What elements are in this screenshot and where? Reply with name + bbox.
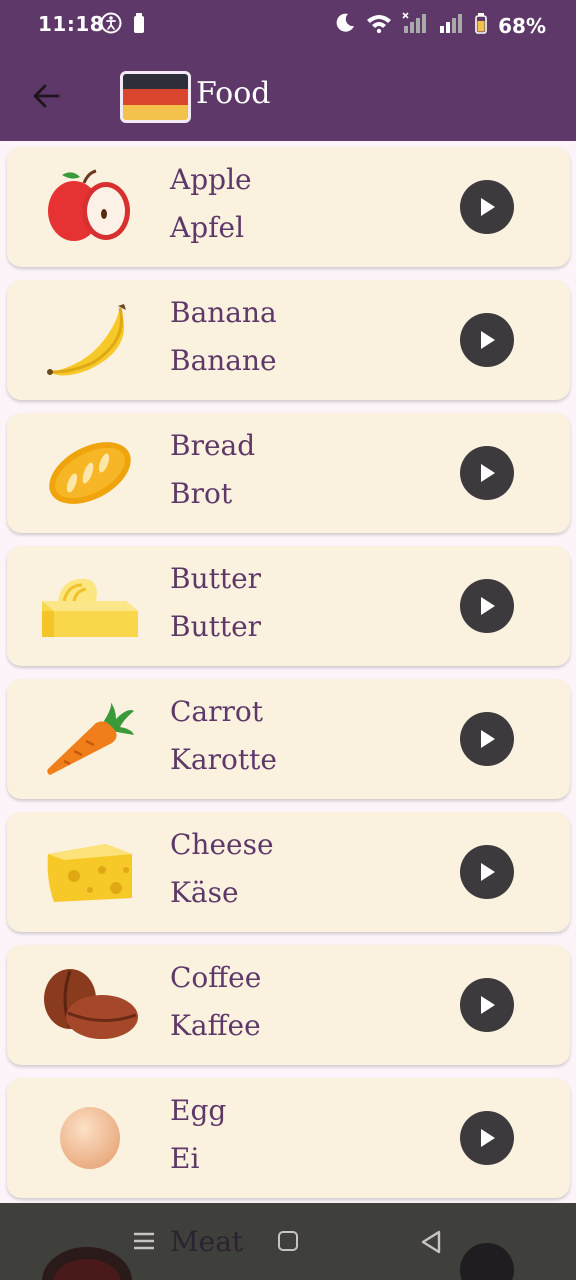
- list-item[interactable]: Bread Brot: [7, 413, 570, 533]
- battery-icon: [474, 12, 488, 39]
- play-icon: [481, 996, 495, 1014]
- english-word: Butter: [170, 562, 262, 595]
- menu-icon[interactable]: [133, 1231, 155, 1255]
- play-icon: [481, 597, 495, 615]
- play-button[interactable]: [460, 446, 514, 500]
- play-icon: [481, 331, 495, 349]
- signal-icon: [402, 12, 428, 39]
- english-word: Coffee: [170, 961, 262, 994]
- butter-icon: [35, 564, 145, 648]
- play-icon: [481, 730, 495, 748]
- english-word: Egg: [170, 1094, 227, 1127]
- back-triangle-icon[interactable]: [420, 1230, 442, 1258]
- banana-icon: [35, 298, 145, 382]
- german-word: Ei: [170, 1142, 200, 1175]
- bread-icon: [35, 431, 145, 515]
- german-flag-icon: [120, 71, 191, 123]
- english-word: Apple: [170, 163, 252, 196]
- play-button[interactable]: [460, 845, 514, 899]
- signal-icon-2: [438, 12, 464, 39]
- german-word: Karotte: [170, 743, 277, 776]
- do-not-disturb-icon: [334, 12, 356, 39]
- status-bar: 11:18 68%: [0, 0, 576, 52]
- system-navigation-bar: Meat: [0, 1203, 576, 1280]
- play-button[interactable]: [460, 180, 514, 234]
- list-item[interactable]: Cheese Käse: [7, 812, 570, 932]
- list-item[interactable]: Banana Banane: [7, 280, 570, 400]
- page-title: Food: [196, 76, 271, 111]
- play-button[interactable]: [460, 313, 514, 367]
- carrot-icon: [35, 697, 145, 781]
- play-icon: [481, 1129, 495, 1147]
- apple-icon: [35, 165, 145, 249]
- play-button[interactable]: [460, 978, 514, 1032]
- back-button[interactable]: [24, 74, 68, 118]
- play-button[interactable]: [460, 579, 514, 633]
- play-button[interactable]: [460, 1111, 514, 1165]
- list-item[interactable]: Butter Butter: [7, 546, 570, 666]
- meat-icon: [40, 1241, 134, 1280]
- battery-percent: 68%: [498, 13, 546, 38]
- english-word: Carrot: [170, 695, 263, 728]
- play-icon: [481, 464, 495, 482]
- accessibility-icon: [100, 12, 122, 39]
- german-word: Kaffee: [170, 1009, 261, 1042]
- arrow-left-icon: [33, 84, 60, 108]
- english-word: Banana: [170, 296, 277, 329]
- app-bar: Food: [0, 52, 576, 141]
- wifi-icon: [366, 12, 392, 39]
- play-icon: [481, 863, 495, 881]
- word-list: Apple Apfel Banana Banane Bread Brot But…: [0, 141, 576, 1203]
- egg-icon: [35, 1096, 145, 1180]
- german-word: Brot: [170, 477, 233, 510]
- german-word: Käse: [170, 876, 239, 909]
- cheese-icon: [35, 830, 145, 914]
- play-button[interactable]: [460, 712, 514, 766]
- german-word: Apfel: [170, 211, 245, 244]
- coffee-icon: [35, 963, 145, 1047]
- home-icon[interactable]: [278, 1231, 298, 1251]
- list-item[interactable]: Apple Apfel: [7, 147, 570, 267]
- status-time: 11:18: [38, 12, 105, 36]
- list-item[interactable]: Carrot Karotte: [7, 679, 570, 799]
- battery-saver-icon: [132, 12, 146, 39]
- list-item[interactable]: Coffee Kaffee: [7, 945, 570, 1065]
- play-button[interactable]: [460, 1243, 514, 1280]
- english-word: Cheese: [170, 828, 274, 861]
- english-word: Bread: [170, 429, 256, 462]
- list-item[interactable]: Egg Ei: [7, 1078, 570, 1198]
- german-word: Banane: [170, 344, 277, 377]
- german-word: Butter: [170, 610, 262, 643]
- play-icon: [481, 198, 495, 216]
- peek-item-label: Meat: [170, 1225, 244, 1258]
